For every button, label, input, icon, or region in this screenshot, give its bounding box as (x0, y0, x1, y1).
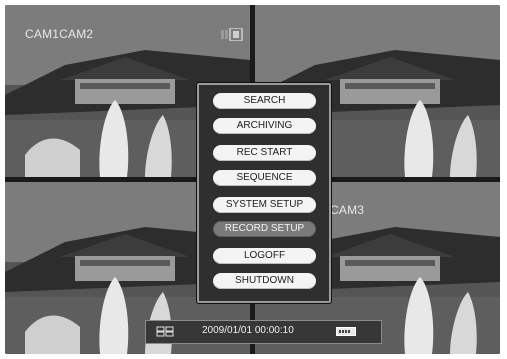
camera-group-icon (156, 326, 174, 337)
recording-status-icon (221, 28, 243, 41)
menu-item-logoff[interactable]: LOGOFF (213, 248, 316, 264)
menu-item-archiving[interactable]: ARCHIVING (213, 118, 316, 134)
menu-item-shutdown[interactable]: SHUTDOWN (213, 273, 316, 289)
dvr-screen: CAM1CAM2 CAM3 SEARCH ARCHIVING REC START… (5, 5, 500, 354)
camera-title-label-3: CAM3 (330, 203, 365, 217)
menu-item-search[interactable]: SEARCH (213, 93, 316, 109)
menu-item-sequence[interactable]: SEQUENCE (213, 170, 316, 186)
menu-item-rec-start[interactable]: REC START (213, 145, 316, 161)
main-menu: SEARCH ARCHIVING REC START SEQUENCE SYST… (197, 83, 331, 303)
camera-title-label: CAM1CAM2 (25, 27, 94, 41)
status-bar: 2009/01/01 00:00:10 (145, 320, 382, 344)
hdd-icon (336, 327, 356, 336)
date-time-display: 2009/01/01 00:00:10 (202, 325, 294, 336)
menu-item-system-setup[interactable]: SYSTEM SETUP (213, 197, 316, 213)
menu-item-record-setup[interactable]: RECORD SETUP (213, 221, 316, 237)
